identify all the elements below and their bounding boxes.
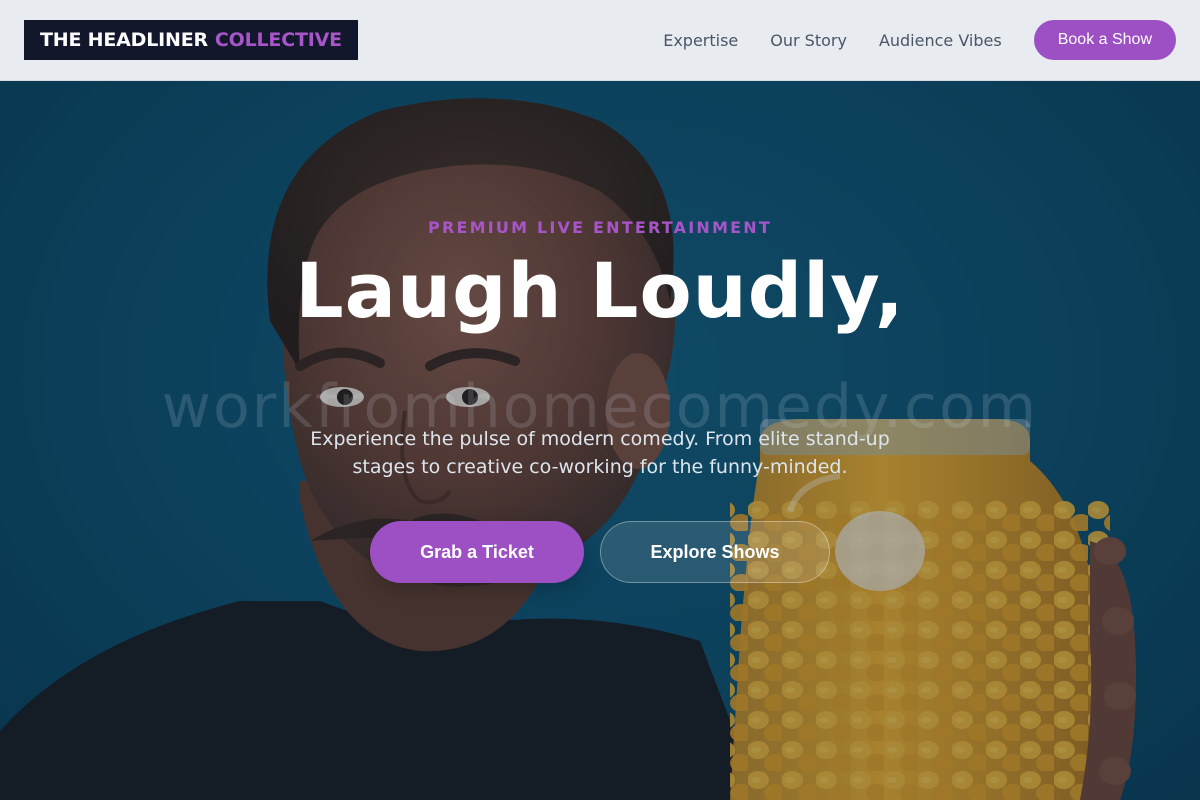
- brand-logo[interactable]: THE HEADLINER COLLECTIVE: [24, 20, 358, 60]
- hero-subtitle: Experience the pulse of modern comedy. F…: [310, 428, 890, 478]
- hero-section: workfromhomecomedy.com PREMIUM LIVE ENTE…: [0, 81, 1200, 800]
- grab-ticket-button[interactable]: Grab a Ticket: [370, 521, 584, 583]
- nav-link-audience-vibes[interactable]: Audience Vibes: [879, 31, 1002, 50]
- hero-eyebrow: PREMIUM LIVE ENTERTAINMENT: [428, 218, 772, 237]
- nav-link-our-story[interactable]: Our Story: [770, 31, 847, 50]
- main-nav: Expertise Our Story Audience Vibes Book …: [663, 20, 1176, 60]
- brand-name-accent: COLLECTIVE: [214, 29, 342, 51]
- hero-button-row: Grab a Ticket Explore Shows: [0, 521, 1200, 583]
- book-show-button[interactable]: Book a Show: [1033, 20, 1176, 60]
- brand-name-primary: THE HEADLINER: [40, 29, 208, 51]
- nav-link-expertise[interactable]: Expertise: [663, 31, 738, 50]
- explore-shows-button[interactable]: Explore Shows: [600, 521, 830, 583]
- hero-headline: Laugh Loudly,: [295, 246, 905, 335]
- site-header: THE HEADLINER COLLECTIVE Expertise Our S…: [0, 0, 1200, 81]
